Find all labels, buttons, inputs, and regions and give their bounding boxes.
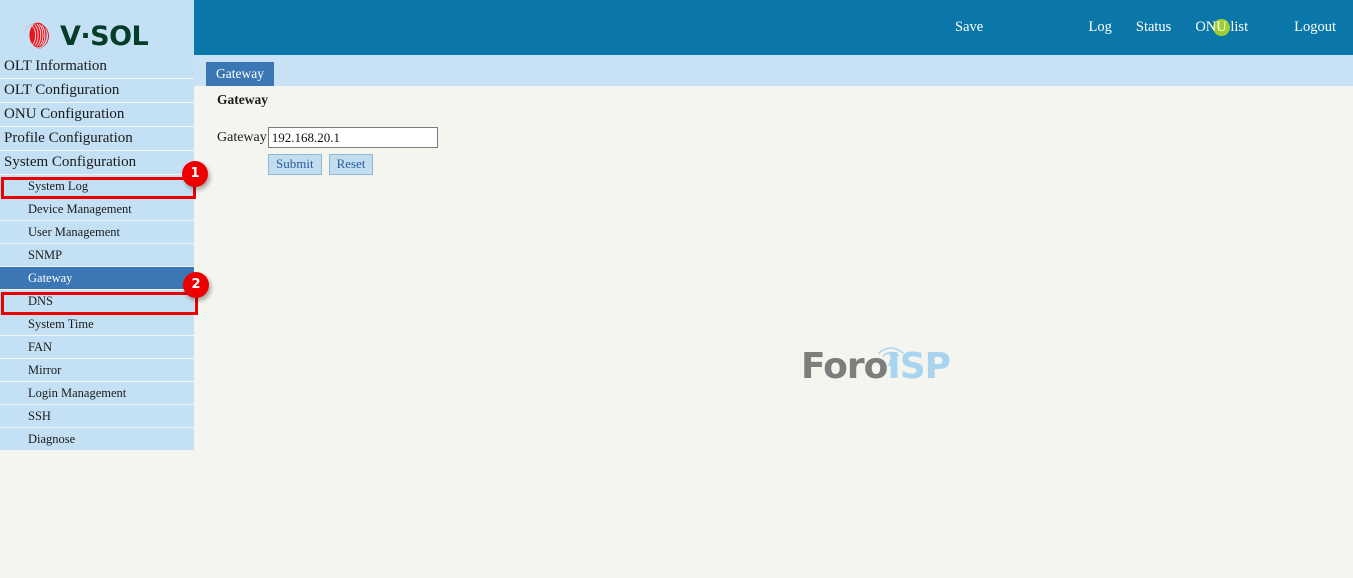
gateway-field-label: Gateway xyxy=(217,129,267,145)
foroisp-watermark: ForoISP xyxy=(801,344,951,392)
brand-name: V·SOL xyxy=(60,20,149,52)
logout-link[interactable]: Logout xyxy=(1294,19,1336,36)
log-link[interactable]: Log xyxy=(1089,19,1112,36)
sidebar-item-onu-configuration[interactable]: ONU Configuration xyxy=(0,103,194,126)
main-content: Gateway Gateway Submit Reset xyxy=(194,86,1353,578)
sidebar-item-snmp[interactable]: SNMP xyxy=(0,244,194,266)
sidebar-item-device-management[interactable]: Device Management xyxy=(0,198,194,220)
sidebar-item-olt-configuration[interactable]: OLT Configuration xyxy=(0,79,194,102)
sidebar-item-user-management[interactable]: User Management xyxy=(0,221,194,243)
sidebar-item-ssh[interactable]: SSH xyxy=(0,405,194,427)
watermark-text: ForoISP xyxy=(801,346,951,387)
vsol-logo-icon xyxy=(18,18,54,54)
annotation-badge-2: 2 xyxy=(183,272,209,298)
page-title: Gateway xyxy=(217,92,268,107)
watermark-foro: Foro xyxy=(801,346,888,387)
sidebar-item-diagnose[interactable]: Diagnose xyxy=(0,428,194,450)
top-header-bar: Save Log Status ONU list Logout xyxy=(194,0,1353,55)
gateway-input[interactable] xyxy=(267,127,438,148)
form-actions: Submit Reset xyxy=(268,154,380,175)
logo-pane: V·SOL xyxy=(0,0,194,55)
submit-button[interactable]: Submit xyxy=(268,154,322,175)
onu-list-link[interactable]: ONU list xyxy=(1195,19,1248,36)
tab-gateway[interactable]: Gateway xyxy=(206,62,274,86)
sidebar-item-system-log[interactable]: System Log xyxy=(0,175,194,197)
sidebar-item-system-configuration[interactable]: System Configuration xyxy=(0,151,194,174)
sidebar-item-system-time[interactable]: System Time xyxy=(0,313,194,335)
status-link[interactable]: Status xyxy=(1136,19,1171,36)
gateway-form-row: Gateway xyxy=(217,127,438,148)
watermark-isp: ISP xyxy=(887,346,951,387)
brand-logo[interactable]: V·SOL xyxy=(18,18,149,54)
annotation-badge-1: 1 xyxy=(182,161,208,187)
sidebar-item-login-management[interactable]: Login Management xyxy=(0,382,194,404)
sidebar-item-mirror[interactable]: Mirror xyxy=(0,359,194,381)
sidebar-item-fan[interactable]: FAN xyxy=(0,336,194,358)
tab-strip: Gateway xyxy=(194,55,1353,86)
sidebar-item-gateway[interactable]: Gateway xyxy=(0,267,194,289)
sidebar-navigation: OLT Information OLT Configuration ONU Conf… xyxy=(0,55,194,451)
save-button[interactable]: Save xyxy=(955,19,983,36)
olt-web-management-page: V·SOL Save Log Status ONU list Logout Ga… xyxy=(0,0,1353,578)
sidebar-item-olt-information[interactable]: OLT Information xyxy=(0,55,194,78)
sidebar-item-profile-configuration[interactable]: Profile Configuration xyxy=(0,127,194,150)
sidebar-item-dns[interactable]: DNS xyxy=(0,290,194,312)
reset-button[interactable]: Reset xyxy=(328,154,374,175)
header-links: Log Status ONU list Logout xyxy=(1089,0,1342,55)
